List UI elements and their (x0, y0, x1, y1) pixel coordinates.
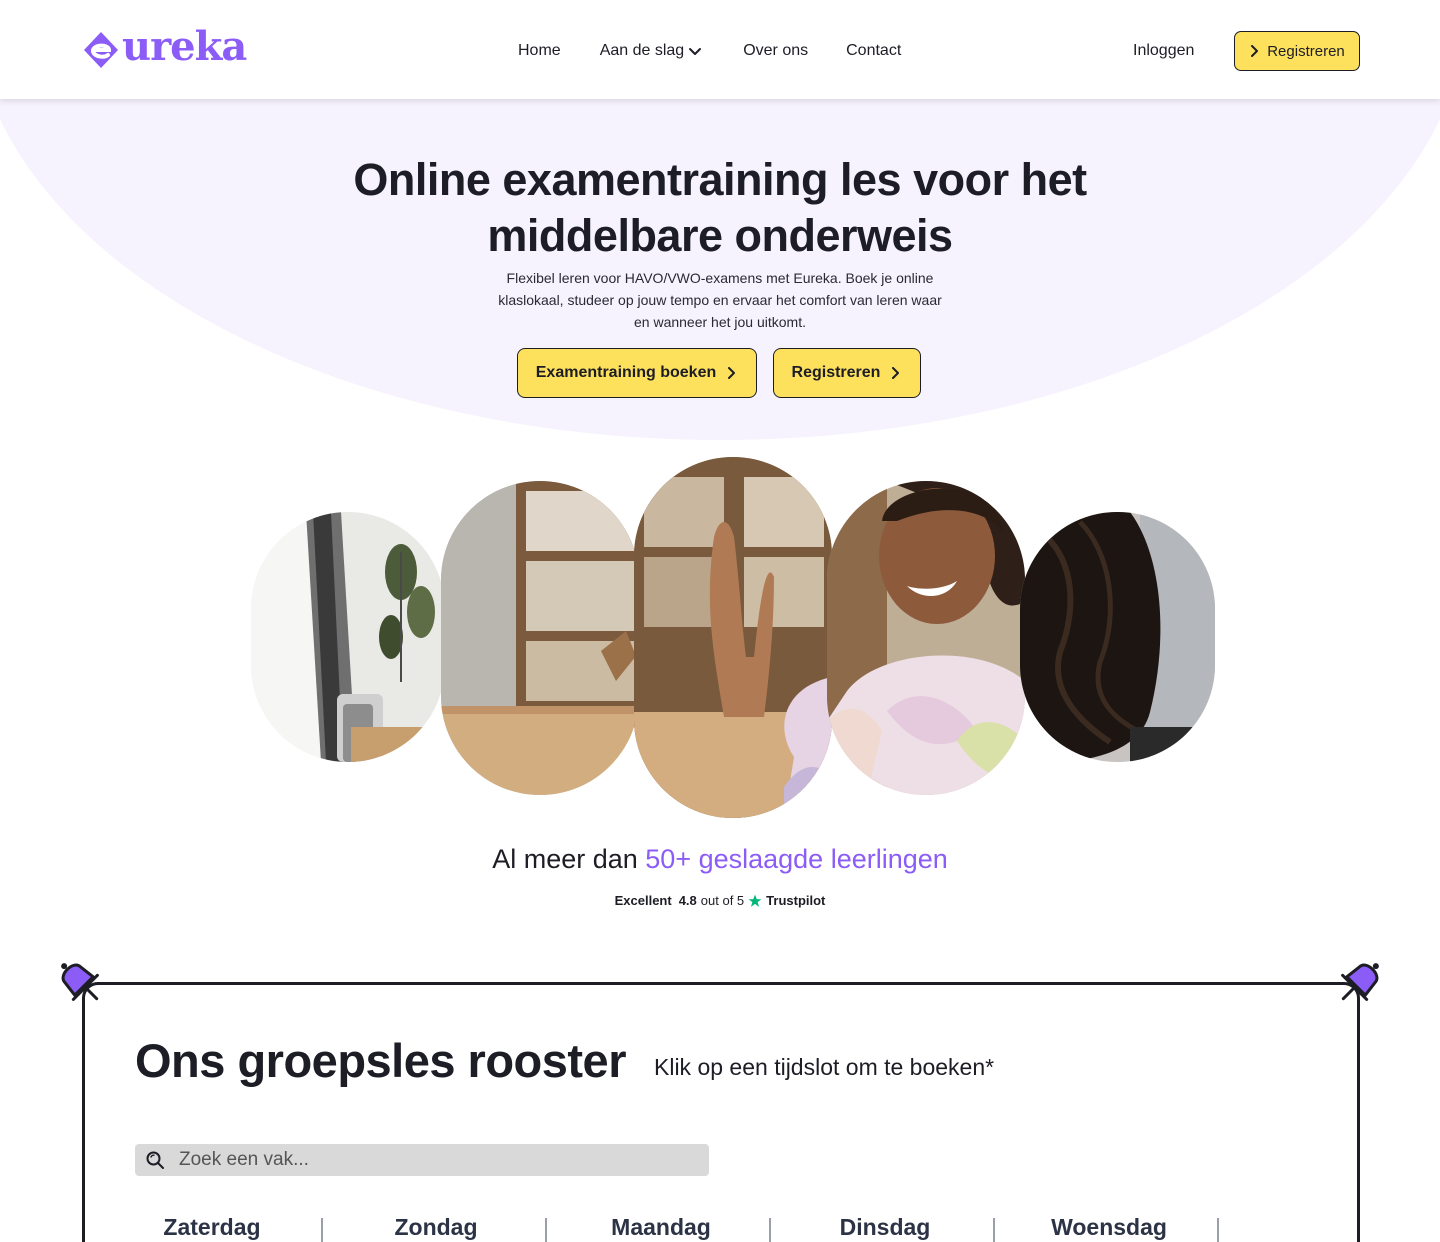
nav-aan-de-slag-label: Aan de slag (599, 42, 685, 59)
trustpilot-brand: Trustpilot (766, 893, 826, 908)
trustpilot-out-of: out of 5 (700, 893, 745, 908)
site-header: ureka Home Aan de slag Over ons Contact … (0, 0, 1440, 99)
trustpilot-rating-word: Excellent (614, 893, 672, 908)
success-stat: Al meer dan 50+ geslaagde leerlingen (0, 844, 1440, 875)
book-training-label: Examentraining boeken (535, 364, 717, 381)
nav-contact-label: Contact (846, 42, 902, 59)
logo-e-mark-icon (84, 32, 118, 68)
schedule-hint: Klik op een tijdslot om te boeken* (654, 1054, 995, 1080)
nav-over-ons-label: Over ons (743, 42, 809, 59)
logo-wordmark: ureka (122, 23, 247, 70)
day-divider (545, 1218, 547, 1242)
book-training-button[interactable]: Examentraining boeken (517, 348, 757, 398)
trustpilot-star-icon (748, 894, 762, 907)
stat-prefix: Al meer dan (492, 844, 646, 874)
subject-search[interactable] (135, 1144, 709, 1176)
day-divider (1217, 1218, 1219, 1242)
hero-register-label: Registreren (791, 364, 881, 381)
day-header-zondag: Zondag (394, 1214, 478, 1240)
schedule-day-headers: Zaterdag Zondag Maandag Dinsdag Woensdag (100, 1214, 1330, 1242)
photo-slice-4 (827, 481, 1025, 795)
search-input[interactable] (179, 1149, 679, 1171)
day-divider (993, 1218, 995, 1242)
hero-title-line-1: Online examentraining les voor het (353, 154, 1087, 205)
chevron-right-icon (728, 367, 736, 379)
header-register-label: Registreren (1267, 42, 1345, 60)
nav-home-label: Home (518, 42, 561, 59)
schedule-title: Ons groepsles rooster (135, 1034, 627, 1087)
schedule-frame (82, 982, 1360, 1242)
trustpilot-widget[interactable]: Excellent 4.8 out of 5 Trustpilot (0, 893, 1440, 908)
day-divider (769, 1218, 771, 1242)
hero-subtitle: Flexibel leren voor HAVO/VWO-examens met… (498, 270, 942, 330)
chevron-right-icon (1251, 45, 1259, 57)
header-register-button[interactable]: Registreren (1234, 31, 1360, 71)
hero-register-button[interactable]: Registreren (773, 348, 921, 398)
photo-slice-3 (634, 457, 832, 818)
main-nav: Home Aan de slag Over ons Contact (518, 42, 901, 60)
login-link[interactable]: Inloggen (1133, 42, 1194, 60)
nav-aan-de-slag[interactable]: Aan de slag (600, 42, 703, 60)
chevron-right-icon (892, 367, 900, 379)
day-divider (321, 1218, 323, 1242)
day-header-zaterdag: Zaterdag (163, 1214, 261, 1240)
eureka-logo[interactable]: ureka (80, 23, 247, 74)
photo-slice-2 (441, 481, 639, 795)
hero-title-line-2: middelbare onderweis (487, 210, 953, 261)
nav-over-ons[interactable]: Over ons (743, 42, 808, 60)
hero-title: Online examentraining les voor het midde… (0, 152, 1440, 264)
day-header-maandag: Maandag (611, 1214, 711, 1240)
chevron-down-icon (689, 48, 702, 55)
nav-contact[interactable]: Contact (846, 42, 901, 60)
bell-icon (1341, 963, 1379, 1001)
nav-home[interactable]: Home (518, 42, 561, 60)
search-icon (146, 1151, 164, 1169)
photo-slice-5 (1020, 512, 1215, 762)
stat-highlight: 50+ geslaagde leerlingen (645, 844, 948, 874)
trustpilot-score: 4.8 (678, 893, 697, 908)
photo-slice-1 (251, 512, 445, 762)
bell-icon (61, 963, 99, 1001)
day-header-woensdag: Woensdag (1051, 1214, 1167, 1240)
day-header-dinsdag: Dinsdag (839, 1214, 931, 1240)
